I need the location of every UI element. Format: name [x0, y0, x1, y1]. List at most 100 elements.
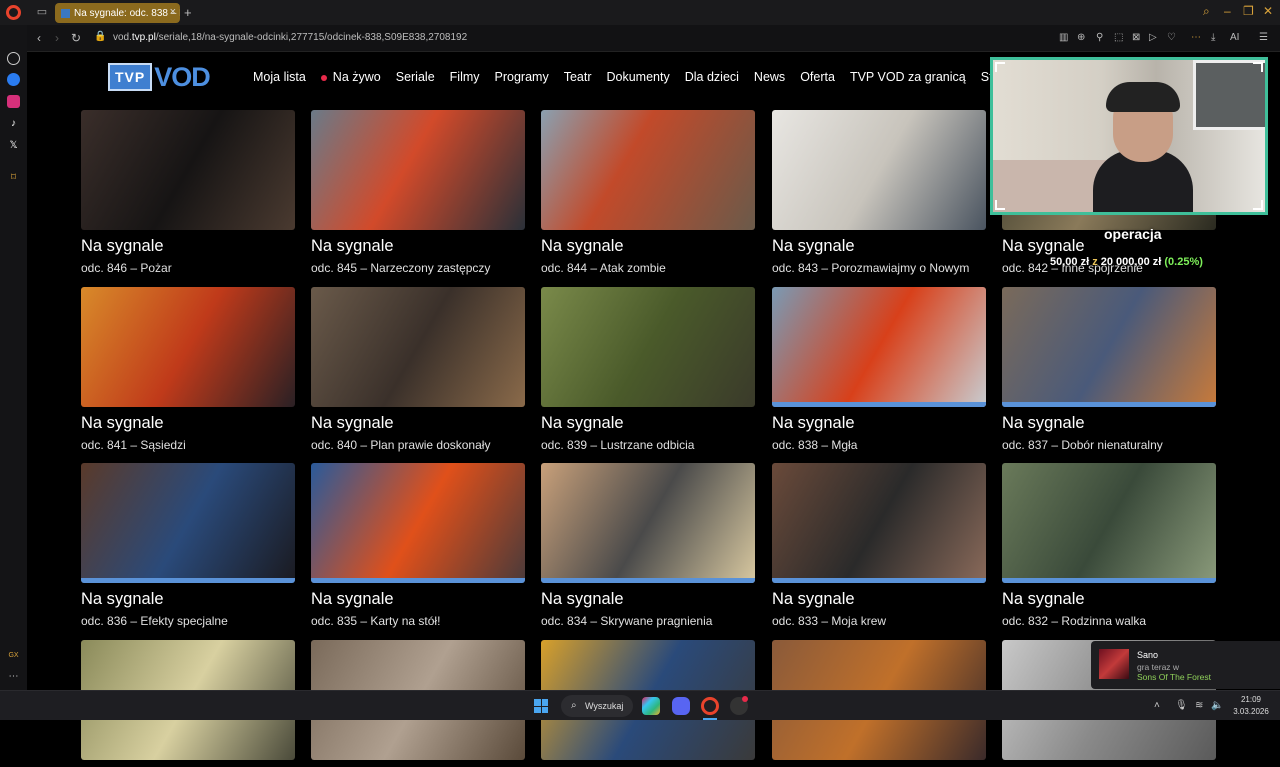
- episode-thumbnail[interactable]: [311, 110, 525, 230]
- episode-card[interactable]: Na sygnale odc. 841 – Sąsiedzi: [81, 287, 295, 452]
- episode-thumbnail[interactable]: [541, 287, 755, 407]
- episode-card[interactable]: Na sygnale odc. 838 – Mgła: [772, 287, 986, 452]
- menu-item-seriale[interactable]: Seriale: [396, 70, 435, 84]
- watch-progress-bar: [541, 578, 755, 583]
- episode-card[interactable]: Na sygnale odc. 835 – Karty na stół!: [311, 463, 525, 628]
- episode-card[interactable]: Na sygnale odc. 833 – Moja krew: [772, 463, 986, 628]
- menu-item-news[interactable]: News: [754, 70, 785, 84]
- episode-thumbnail[interactable]: [81, 463, 295, 583]
- player-icon[interactable]: ▷: [1149, 32, 1157, 43]
- extensions-icon[interactable]: ⋯: [1191, 32, 1201, 43]
- episode-thumbnail[interactable]: [81, 287, 295, 407]
- search-tabs-icon[interactable]: ⌕: [1203, 4, 1210, 19]
- x-twitter-icon[interactable]: 𝕏: [7, 139, 20, 152]
- messenger-icon[interactable]: [7, 73, 20, 86]
- adblock-icon[interactable]: ⊠: [1132, 32, 1140, 43]
- start-windows-icon[interactable]: [534, 699, 548, 713]
- zoom-icon[interactable]: ⊕: [1077, 32, 1085, 43]
- reader-icon[interactable]: ▥: [1059, 32, 1068, 43]
- episode-title[interactable]: Na sygnale: [772, 237, 986, 256]
- chatgpt-icon[interactable]: [7, 52, 20, 65]
- opera-logo-icon[interactable]: [6, 5, 21, 20]
- episode-thumbnail[interactable]: [311, 287, 525, 407]
- episode-title[interactable]: Na sygnale: [311, 590, 525, 609]
- volume-icon[interactable]: 🔈: [1211, 700, 1223, 711]
- url-field[interactable]: vod.tvp.pl/seriale,18/na-sygnale-odcinki…: [113, 32, 467, 43]
- episode-title[interactable]: Na sygnale: [81, 237, 295, 256]
- microphone-icon[interactable]: 🎙: [1175, 700, 1188, 711]
- opera-gx-taskbar-icon[interactable]: [701, 697, 719, 715]
- episode-card[interactable]: Na sygnale odc. 834 – Skrywane pragnienia: [541, 463, 755, 628]
- episode-thumbnail[interactable]: [541, 110, 755, 230]
- taskbar-search[interactable]: ⌕ Wyszukaj: [561, 695, 633, 717]
- episode-title[interactable]: Na sygnale: [81, 414, 295, 433]
- episode-thumbnail[interactable]: [772, 463, 986, 583]
- forward-icon[interactable]: ›: [55, 31, 59, 45]
- episode-thumbnail[interactable]: [772, 287, 986, 407]
- episode-title[interactable]: Na sygnale: [311, 237, 525, 256]
- episode-card[interactable]: Na sygnale odc. 836 – Efekty specjalne: [81, 463, 295, 628]
- episode-thumbnail[interactable]: [772, 110, 986, 230]
- tiktok-icon[interactable]: ♪: [7, 117, 20, 130]
- episode-card[interactable]: Na sygnale odc. 843 – Porozmawiajmy o Now…: [772, 110, 986, 275]
- episode-card[interactable]: Na sygnale odc. 837 – Dobór nienaturalny: [1002, 287, 1216, 452]
- episode-card[interactable]: Na sygnale odc. 846 – Pożar: [81, 110, 295, 275]
- menu-item-programy[interactable]: Programy: [495, 70, 549, 84]
- reload-icon[interactable]: ↻: [71, 31, 81, 45]
- episode-title[interactable]: Na sygnale: [772, 414, 986, 433]
- more-icon[interactable]: ⋯: [7, 670, 20, 683]
- episode-card[interactable]: Na sygnale odc. 839 – Lustrzane odbicia: [541, 287, 755, 452]
- episode-title[interactable]: Na sygnale: [81, 590, 295, 609]
- wifi-icon[interactable]: ≋: [1195, 700, 1203, 711]
- pinboard-icon[interactable]: ⌑: [7, 171, 20, 184]
- now-playing-notification[interactable]: Sano gra teraz w Sons Of The Forest: [1091, 641, 1280, 689]
- close-window-icon[interactable]: ✕: [1263, 4, 1273, 18]
- episode-title[interactable]: Na sygnale: [1002, 590, 1216, 609]
- tab-close-icon[interactable]: ×: [170, 6, 176, 18]
- address-bar: ‹ › ↻ 🔒 vod.tvp.pl/seriale,18/na-sygnale…: [27, 25, 1280, 52]
- episode-title[interactable]: Na sygnale: [772, 590, 986, 609]
- episode-card[interactable]: Na sygnale odc. 844 – Atak zombie: [541, 110, 755, 275]
- menu-item-oferta[interactable]: Oferta: [800, 70, 835, 84]
- menu-item-teatr[interactable]: Teatr: [564, 70, 592, 84]
- episode-thumbnail[interactable]: [81, 110, 295, 230]
- episode-card[interactable]: Na sygnale odc. 845 – Narzeczony zastępcz…: [311, 110, 525, 275]
- menu-item-dokumenty[interactable]: Dokumenty: [607, 70, 670, 84]
- menu-icon[interactable]: ☰: [1259, 32, 1268, 43]
- instagram-icon[interactable]: [7, 95, 20, 108]
- episode-title[interactable]: Na sygnale: [541, 414, 755, 433]
- episode-title[interactable]: Na sygnale: [541, 237, 755, 256]
- episode-card[interactable]: Na sygnale odc. 832 – Rodzinna walka: [1002, 463, 1216, 628]
- tvp-vod-logo[interactable]: TVP VOD: [108, 62, 211, 92]
- download-icon[interactable]: ⤓: [1211, 32, 1215, 43]
- menu-item-za-granica[interactable]: TVP VOD za granicą: [850, 70, 966, 84]
- menu-item-na-zywo[interactable]: Na żywo: [321, 70, 381, 84]
- minimize-icon[interactable]: –: [1224, 4, 1231, 18]
- episode-thumbnail[interactable]: [311, 463, 525, 583]
- gx-icon[interactable]: GX: [7, 649, 20, 662]
- tab-active[interactable]: Na sygnale: odc. 838 – Mg ×: [55, 3, 180, 23]
- episode-title[interactable]: Na sygnale: [541, 590, 755, 609]
- discord-icon[interactable]: [672, 697, 690, 715]
- episode-card[interactable]: Na sygnale odc. 840 – Plan prawie doskona…: [311, 287, 525, 452]
- episode-thumbnail[interactable]: [541, 463, 755, 583]
- lock-icon[interactable]: 🔒: [94, 31, 106, 42]
- maximize-icon[interactable]: ❐: [1243, 4, 1254, 18]
- slack-icon[interactable]: [642, 697, 660, 715]
- menu-item-filmy[interactable]: Filmy: [450, 70, 480, 84]
- tray-chevron-icon[interactable]: ˄: [1154, 700, 1160, 711]
- ai-button[interactable]: AI: [1230, 32, 1239, 43]
- episode-title[interactable]: Na sygnale: [311, 414, 525, 433]
- menu-item-moja-lista[interactable]: Moja lista: [253, 70, 306, 84]
- back-icon[interactable]: ‹: [37, 31, 41, 45]
- new-tab-button[interactable]: +: [184, 5, 192, 20]
- heart-icon[interactable]: ♡: [1167, 32, 1176, 43]
- snapshot-icon[interactable]: ⬚: [1114, 32, 1123, 43]
- episode-title[interactable]: Na sygnale: [1002, 414, 1216, 433]
- menu-item-dla-dzieci[interactable]: Dla dzieci: [685, 70, 739, 84]
- pin-icon[interactable]: ⚲: [1096, 32, 1103, 43]
- system-clock[interactable]: 21:09 3.03.2026: [1228, 694, 1274, 718]
- workspaces-icon[interactable]: ▭: [35, 6, 49, 18]
- episode-thumbnail[interactable]: [1002, 463, 1216, 583]
- episode-thumbnail[interactable]: [1002, 287, 1216, 407]
